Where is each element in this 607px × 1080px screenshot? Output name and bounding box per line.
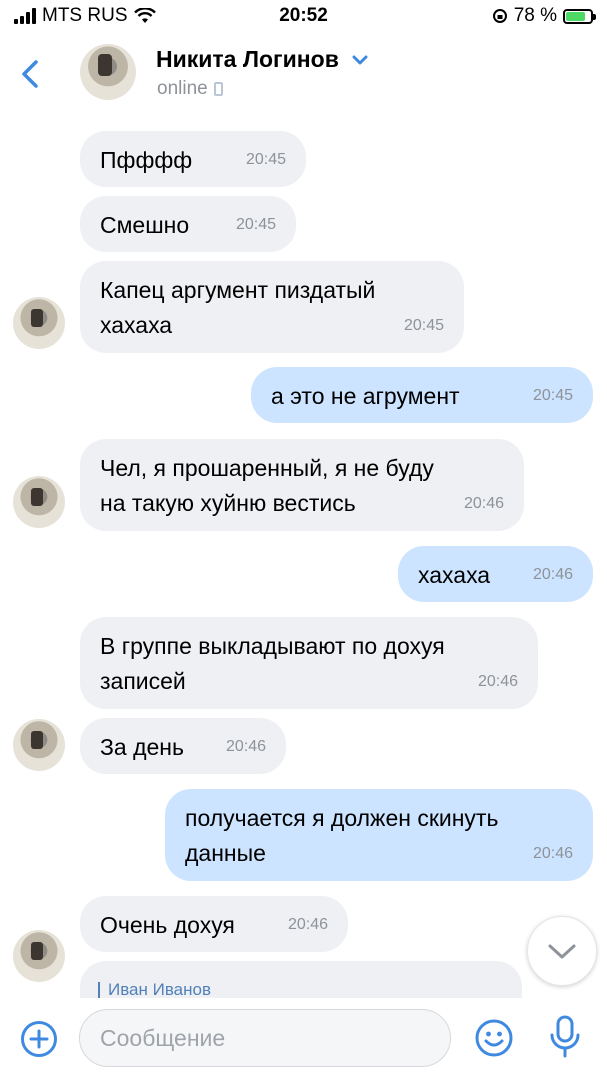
message-text: В группе выкладывают по дохуя записей [100,633,445,694]
contact-status: online [157,78,223,100]
battery-info: 78 % [492,5,596,27]
message-time: 20:46 [477,673,518,690]
message-text: а это не агрумент [271,383,460,409]
message-time: 20:45 [245,151,286,168]
add-attachment-icon[interactable] [20,1020,58,1058]
message-time: 20:45 [403,317,444,334]
mobile-icon [213,82,223,96]
message-outgoing[interactable]: а это не агрумент 20:45 [251,367,593,423]
battery-icon [563,8,596,24]
message-text: получается я должен скинуть данные [185,805,499,866]
contact-name-button[interactable]: Никита Логинов [156,46,369,73]
battery-percent: 78 % [513,5,557,26]
scroll-down-button[interactable] [527,916,597,986]
chat-header: Никита Логинов online [0,34,607,116]
forward-bar [98,982,100,998]
message-incoming[interactable]: За день 20:46 [80,718,286,774]
message-incoming[interactable]: Смешно 20:45 [80,196,296,252]
message-text: За день [100,734,184,760]
contact-avatar[interactable] [80,44,136,100]
message-text: хахаха [418,562,491,588]
message-time: 20:46 [532,566,573,583]
message-list[interactable]: Пфффф 20:45 Смешно 20:45 Капец аргумент … [0,116,607,1021]
forwarded-author-name: Иван Иванов [108,980,212,999]
message-incoming[interactable]: Пфффф 20:45 [80,131,306,187]
contact-name: Никита Логинов [156,46,339,72]
message-time: 20:46 [532,845,573,862]
composer [0,998,607,1080]
message-time: 20:45 [235,216,276,233]
chevron-left-icon[interactable] [16,54,46,94]
message-text: Чел, я прошаренный, я не буду на такую х… [100,455,434,516]
message-text: Пфффф [100,147,193,173]
message-time: 20:46 [287,916,328,933]
message-text: Смешно [100,212,190,238]
message-time: 20:45 [532,387,573,404]
message-time: 20:46 [225,738,266,755]
message-outgoing[interactable]: хахаха 20:46 [398,546,593,602]
message-incoming[interactable]: Очень дохуя 20:46 [80,896,348,952]
message-input[interactable] [80,1010,450,1066]
message-text: Капец аргумент пиздатый хахаха [100,277,376,338]
orientation-lock-icon [492,9,507,23]
message-incoming[interactable]: Чел, я прошаренный, я не буду на такую х… [80,439,524,531]
status-bar: MTS RUS 20:52 78 % [0,0,607,34]
sender-avatar[interactable] [13,719,65,771]
message-outgoing[interactable]: получается я должен скинуть данные 20:46 [165,789,593,881]
message-time: 20:46 [463,495,504,512]
message-incoming[interactable]: В группе выкладывают по дохуя записей 20… [80,617,538,709]
emoji-icon[interactable] [474,1018,514,1058]
chevron-down-icon [548,944,576,959]
sender-avatar[interactable] [13,930,65,982]
forwarded-author[interactable]: Иван Иванов [98,980,211,1000]
chevron-down-icon [352,55,368,64]
sender-avatar[interactable] [13,476,65,528]
microphone-icon[interactable] [548,1014,582,1060]
message-text: Очень дохуя [100,912,235,938]
message-incoming[interactable]: Капец аргумент пиздатый хахаха 20:45 [80,261,464,353]
status-text: online [157,78,208,99]
message-field[interactable] [79,1009,451,1067]
sender-avatar[interactable] [13,297,65,349]
